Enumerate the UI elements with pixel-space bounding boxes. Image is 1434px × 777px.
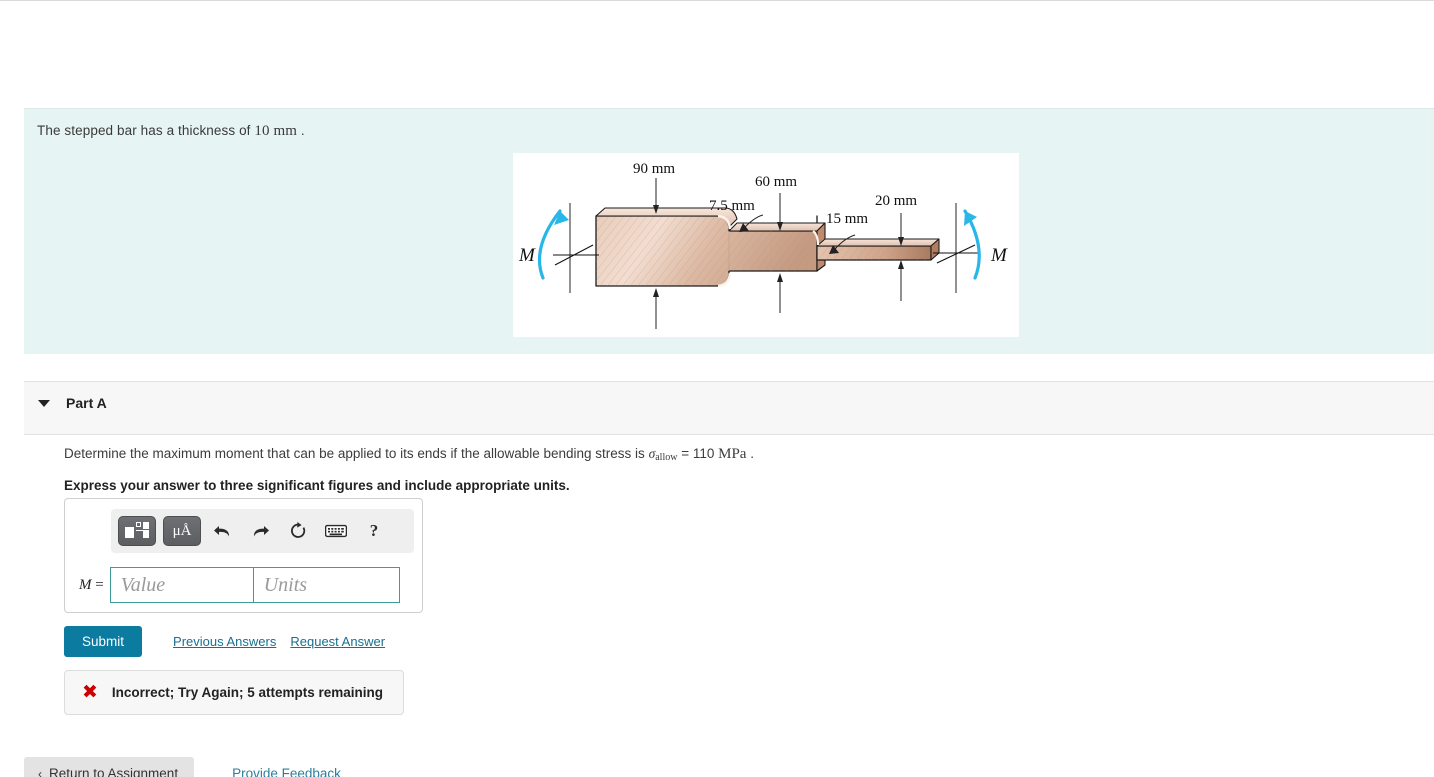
- question-prompt: Determine the maximum moment that can be…: [64, 444, 1364, 468]
- part-a-header[interactable]: Part A: [24, 381, 1434, 435]
- sigma-subscript: allow: [655, 452, 678, 463]
- dim-20mm-label: 20 mm: [875, 193, 917, 209]
- question-panel: The stepped bar has a thickness of 10 mm…: [24, 108, 1434, 354]
- answer-input-row: M = Value Units: [79, 567, 400, 603]
- answer-variable-label: M =: [79, 577, 104, 594]
- redo-button[interactable]: [243, 516, 277, 546]
- value-input[interactable]: Value: [109, 567, 254, 603]
- feedback-message: Incorrect; Try Again; 5 attempts remaini…: [111, 685, 383, 700]
- help-icon: ?: [369, 521, 379, 540]
- reset-button[interactable]: [281, 516, 315, 546]
- keyboard-button[interactable]: [319, 516, 353, 546]
- dim-15mm-label: 15 mm: [826, 211, 868, 227]
- undo-icon: [213, 523, 232, 539]
- units-placeholder: Units: [263, 573, 308, 596]
- return-to-assignment-button[interactable]: ‹ Return to Assignment: [24, 757, 195, 777]
- question-thickness-unit: mm: [273, 123, 297, 139]
- dim-60mm-label: 60 mm: [755, 174, 797, 190]
- prompt-end: .: [746, 446, 754, 461]
- part-title: Part A: [66, 395, 107, 411]
- symbol-icon: μÅ: [172, 522, 192, 539]
- submit-button[interactable]: Submit: [64, 626, 143, 657]
- moment-arrow-right: [933, 203, 981, 293]
- answer-variable: M: [79, 576, 92, 593]
- provide-feedback-link[interactable]: Provide Feedback: [232, 766, 341, 777]
- template-icon: [125, 522, 149, 540]
- moment-arrow-left: [537, 203, 599, 293]
- units-input[interactable]: Units: [253, 567, 400, 603]
- previous-answers-link[interactable]: Previous Answers: [173, 634, 276, 649]
- moment-label-right: M: [990, 245, 1008, 266]
- answer-equals: =: [95, 576, 104, 593]
- dim-90mm-label: 90 mm: [633, 161, 675, 177]
- math-toolbar: μÅ ?: [111, 509, 414, 553]
- feedback-banner: ✖ Incorrect; Try Again; 5 attempts remai…: [64, 670, 404, 715]
- question-text-after: .: [297, 123, 305, 138]
- figure-container: M M 90 mm 60 mm 7.5 mm 15 mm 20 mm: [513, 153, 1019, 337]
- template-button[interactable]: [118, 516, 156, 546]
- footer-bar: ‹ Return to Assignment Provide Feedback: [24, 757, 341, 777]
- chevron-left-icon: ‹: [38, 766, 42, 777]
- answer-entry-box: μÅ ? M = Value Units: [64, 498, 423, 613]
- moment-label-left: M: [518, 245, 536, 266]
- help-button[interactable]: ?: [357, 516, 391, 546]
- redo-icon: [251, 523, 270, 539]
- reset-icon: [289, 522, 307, 540]
- request-answer-link[interactable]: Request Answer: [290, 634, 385, 649]
- question-statement: The stepped bar has a thickness of 10 mm…: [37, 123, 305, 140]
- part-a-body: Determine the maximum moment that can be…: [64, 444, 1364, 493]
- submit-row: Submit Previous Answers Request Answer: [64, 626, 385, 657]
- stepped-bar-bending-diagram: M M 90 mm 60 mm 7.5 mm 15 mm 20 mm: [518, 161, 1008, 329]
- prompt-unit: MPa: [718, 446, 747, 462]
- return-to-assignment-label: Return to Assignment: [49, 766, 179, 777]
- keyboard-icon: [325, 524, 347, 538]
- question-thickness-value: 10: [254, 123, 270, 139]
- answer-instruction: Express your answer to three significant…: [64, 478, 570, 493]
- chevron-down-icon[interactable]: [38, 400, 50, 407]
- page-root: The stepped bar has a thickness of 10 mm…: [0, 0, 1434, 777]
- incorrect-icon: ✖: [82, 681, 98, 703]
- undo-button[interactable]: [205, 516, 239, 546]
- prompt-equals: = 110: [677, 446, 719, 461]
- dim-7-5mm-label: 7.5 mm: [709, 198, 755, 214]
- question-text-before: The stepped bar has a thickness of: [37, 123, 255, 138]
- value-placeholder: Value: [120, 573, 166, 596]
- symbol-button[interactable]: μÅ: [163, 516, 201, 546]
- top-divider: [0, 0, 1434, 1]
- prompt-text: Determine the maximum moment that can be…: [64, 446, 649, 461]
